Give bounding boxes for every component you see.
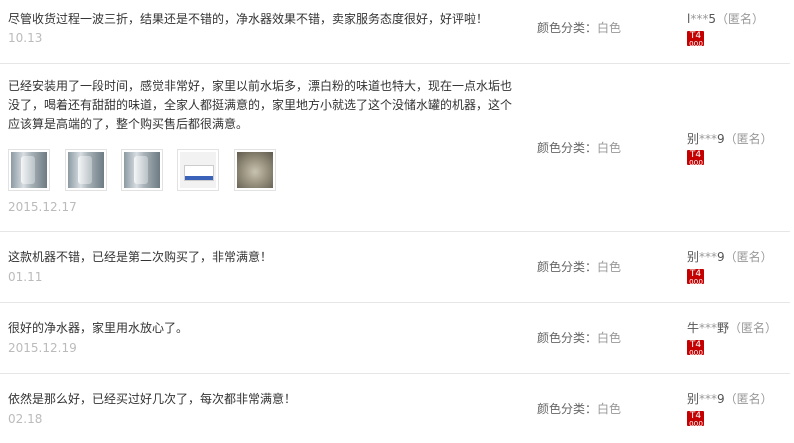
- review-text: 很好的净水器，家里用水放心了。: [8, 321, 189, 335]
- reviewer-name[interactable]: 牛***野（匿名）: [687, 319, 777, 336]
- reviewer-name[interactable]: 别***9（匿名）: [687, 248, 773, 265]
- color-category-label: 颜色分类：: [537, 21, 598, 35]
- color-category: 颜色分类：白色: [537, 329, 621, 346]
- badge-dots-icon: 0.0.0: [689, 278, 703, 285]
- review-list: 尽管收货过程一波三折，结果还是不错的，净水器效果不错，卖家服务态度很好，好评啦！…: [0, 0, 794, 443]
- color-category-value: 白色: [597, 260, 622, 274]
- anonymous-tag: （匿名）: [715, 12, 764, 26]
- color-category-value: 白色: [597, 141, 622, 155]
- review-text: 这款机器不错，已经是第二次购买了，非常满意！: [8, 250, 273, 264]
- reviewer-name-first: 牛: [687, 321, 700, 335]
- review-thumbnail[interactable]: [234, 149, 276, 191]
- product-box-photo: [180, 152, 216, 188]
- color-category-label: 颜色分类：: [537, 402, 598, 416]
- reviewer-name-stars: ***: [699, 321, 718, 335]
- review-text: 依然是那么好，已经买过好几次了，每次都非常满意！: [8, 392, 297, 406]
- reviewer-name-last: 野: [717, 321, 730, 335]
- color-category-value: 白色: [597, 331, 622, 345]
- reviewer-name-stars: ***: [699, 250, 718, 264]
- review-row: 尽管收货过程一波三折，结果还是不错的，净水器效果不错，卖家服务态度很好，好评啦！…: [0, 0, 790, 64]
- review-thumbnail[interactable]: [65, 149, 107, 191]
- review-thumbnail[interactable]: [121, 149, 163, 191]
- review-row: 很好的净水器，家里用水放心了。 2015.12.19 颜色分类：白色 牛***野…: [0, 303, 790, 374]
- reviewer-name[interactable]: l***5（匿名）: [687, 10, 764, 27]
- color-category-label: 颜色分类：: [537, 260, 598, 274]
- review-date: 2015.12.17: [8, 200, 77, 214]
- pipe-fitting-photo: [68, 152, 104, 188]
- reviewer-name-stars: ***: [699, 392, 718, 406]
- review-thumbnail[interactable]: [8, 149, 50, 191]
- review-text: 已经安装用了一段时间，感觉非常好，家里以前水垢多，漂白粉的味道也特大，现在一点水…: [8, 79, 513, 131]
- reviewer-name-stars: ***: [699, 132, 718, 146]
- color-category-value: 白色: [597, 21, 622, 35]
- anonymous-tag: （匿名）: [729, 321, 778, 335]
- reviewer-name[interactable]: 别***9（匿名）: [687, 390, 773, 407]
- badge-dots-icon: 0.0.0: [689, 40, 703, 47]
- member-level-badge[interactable]: T4 0.0.0: [687, 269, 704, 284]
- review-text: 尽管收货过程一波三折，结果还是不错的，净水器效果不错，卖家服务态度很好，好评啦！: [8, 12, 489, 26]
- badge-dots-icon: 0.0.0: [689, 159, 703, 166]
- badge-dots-icon: 0.0.0: [689, 349, 703, 356]
- reviewer-name-last: 9: [717, 250, 725, 264]
- color-category-value: 白色: [597, 402, 622, 416]
- anonymous-tag: （匿名）: [724, 392, 773, 406]
- color-category: 颜色分类：白色: [537, 400, 621, 417]
- member-level-badge[interactable]: T4 0.0.0: [687, 31, 704, 46]
- review-row: 依然是那么好，已经买过好几次了，每次都非常满意！ 02.18 颜色分类：白色 别…: [0, 374, 790, 443]
- review-row: 这款机器不错，已经是第二次购买了，非常满意！ 01.11 颜色分类：白色 别**…: [0, 232, 790, 303]
- pipe-fitting-photo: [124, 152, 160, 188]
- reviewer-name-last: 9: [717, 132, 725, 146]
- color-category-label: 颜色分类：: [537, 141, 598, 155]
- member-level-badge[interactable]: T4 0.0.0: [687, 340, 704, 355]
- review-thumbnail[interactable]: [177, 149, 219, 191]
- pipe-fitting-photo: [11, 152, 47, 188]
- tank-photo: [237, 152, 273, 188]
- review-date: 2015.12.19: [8, 341, 77, 355]
- color-category: 颜色分类：白色: [537, 139, 621, 156]
- review-date: 10.13: [8, 31, 43, 45]
- review-row: 已经安装用了一段时间，感觉非常好，家里以前水垢多，漂白粉的味道也特大，现在一点水…: [0, 64, 790, 232]
- review-date: 02.18: [8, 412, 43, 426]
- color-category: 颜色分类：白色: [537, 19, 621, 36]
- reviewer-name-first: 别: [687, 392, 700, 406]
- member-level-badge[interactable]: T4 0.0.0: [687, 411, 704, 426]
- color-category-label: 颜色分类：: [537, 331, 598, 345]
- anonymous-tag: （匿名）: [724, 132, 773, 146]
- badge-dots-icon: 0.0.0: [689, 420, 703, 427]
- reviewer-name[interactable]: 别***9（匿名）: [687, 130, 773, 147]
- reviewer-name-last: 5: [708, 12, 716, 26]
- anonymous-tag: （匿名）: [724, 250, 773, 264]
- reviewer-name-last: 9: [717, 392, 725, 406]
- color-category: 颜色分类：白色: [537, 258, 621, 275]
- review-date: 01.11: [8, 270, 43, 284]
- member-level-badge[interactable]: T4 0.0.0: [687, 150, 704, 165]
- reviewer-name-stars: ***: [690, 12, 709, 26]
- reviewer-name-first: 别: [687, 132, 700, 146]
- reviewer-name-first: 别: [687, 250, 700, 264]
